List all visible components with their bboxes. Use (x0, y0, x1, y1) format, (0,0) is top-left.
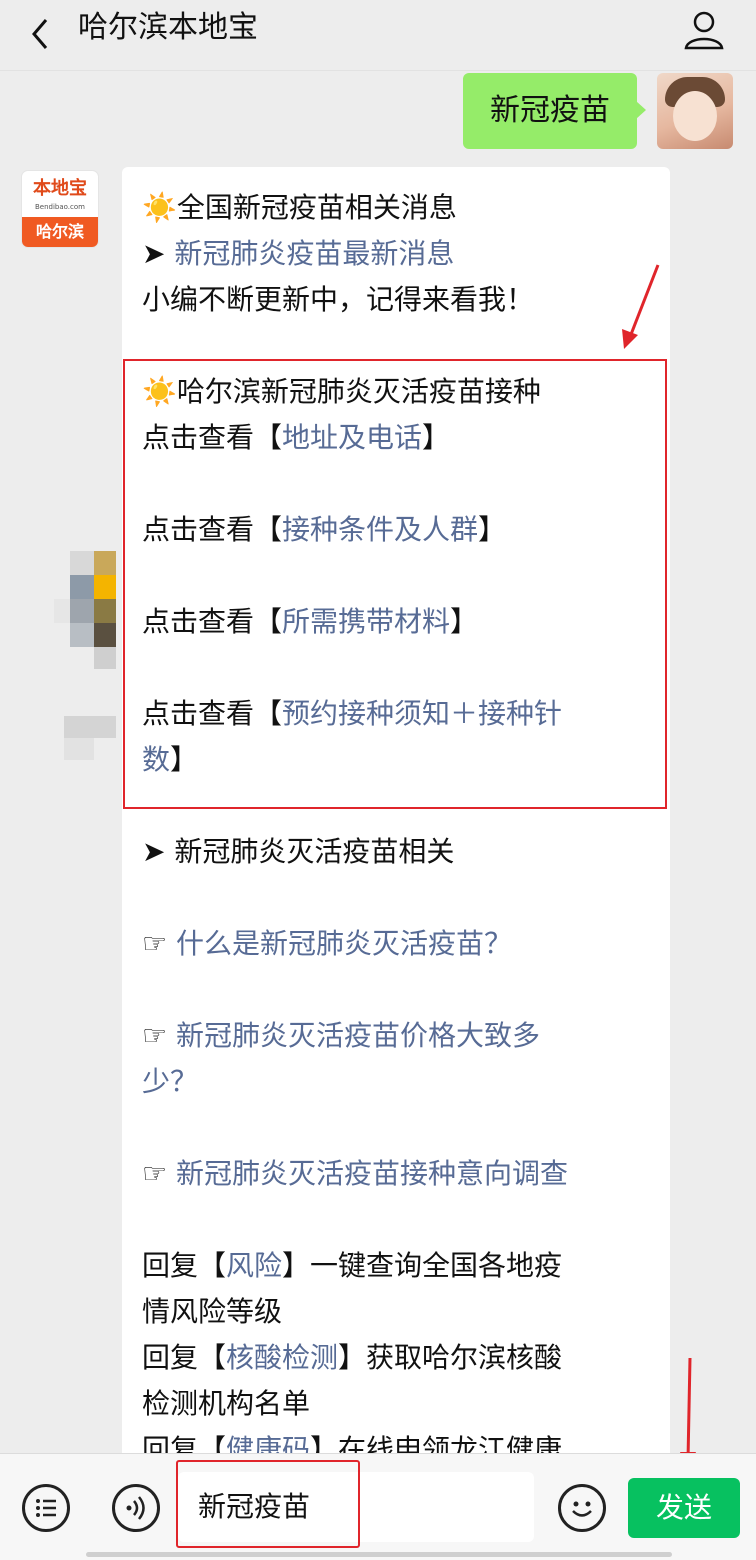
list-menu-icon[interactable] (22, 1484, 70, 1532)
box-item-address: 点击查看【地址及电话】 (142, 421, 451, 454)
chat-title: 哈尔滨本地宝 (78, 10, 258, 45)
box-item-appointment: 点击查看【预约接种须知＋接种针 (142, 697, 563, 730)
appointment-link-cont[interactable]: 数 (142, 743, 170, 776)
related-title: ➤ 新冠肺炎灭活疫苗相关 (142, 835, 455, 868)
blurred-image-area (54, 551, 118, 761)
chevron-left-icon[interactable] (22, 10, 62, 56)
box-heading: ☀️哈尔滨新冠肺炎灭活疫苗接种 (142, 375, 541, 408)
emoji-icon[interactable] (558, 1484, 606, 1532)
related-item-2-cont: 少？ (142, 1059, 632, 1105)
voice-icon[interactable] (112, 1484, 160, 1532)
user-avatar[interactable] (657, 73, 733, 149)
box-item-materials: 点击查看【所需携带材料】 (142, 605, 479, 638)
sun-icon: ☀️ (142, 191, 177, 224)
appointment-link[interactable]: 预约接种须知＋接种针 (282, 697, 562, 730)
person-icon[interactable] (682, 8, 726, 52)
vaccine-price-link[interactable]: 新冠肺炎灭活疫苗价格大致多 (176, 1019, 540, 1052)
bot-line-2: ➤ 新冠肺炎疫苗最新消息 (142, 231, 632, 277)
materials-link[interactable]: 所需携带材料 (282, 605, 450, 638)
related-item-3: ☞ 新冠肺炎灭活疫苗接种意向调查 (142, 1151, 632, 1197)
reply-risk-cont: 情风险等级 (142, 1295, 283, 1328)
annotation-arrow (622, 264, 660, 349)
box-item-appointment-cont: 数】 (142, 743, 199, 776)
reply-healthcode: 回复【健康码】在线申领龙江健康 (142, 1427, 632, 1453)
bot-line-1: ☀️全国新冠疫苗相关消息 (142, 191, 457, 224)
latest-news-link[interactable]: 新冠肺炎疫苗最新消息 (174, 237, 454, 270)
reply-nucleic: 回复【核酸检测】获取哈尔滨核酸 (142, 1341, 563, 1374)
scrollbar[interactable] (86, 1552, 672, 1557)
chat-area[interactable]: 新冠疫苗 本地宝 Bendibao.com 哈尔滨 ☀️全国新冠疫苗相关消息 ➤… (0, 71, 756, 1453)
vaccine-price-link-cont[interactable]: 少？ (142, 1065, 198, 1098)
annotation-input-box (176, 1460, 360, 1548)
risk-link[interactable]: 风险 (226, 1249, 282, 1282)
related-item-1: ☞ 什么是新冠肺炎灭活疫苗？ (142, 921, 632, 967)
top-bar: 哈尔滨本地宝 (0, 0, 756, 71)
reply-nucleic-cont: 检测机构名单 (142, 1387, 311, 1420)
pointing-hand-icon: ☞ (142, 1157, 177, 1190)
related-item-2: ☞ 新冠肺炎灭活疫苗价格大致多 (142, 1013, 632, 1059)
pointing-hand-icon: ☞ (142, 927, 177, 960)
arrow-icon: ➤ (142, 237, 175, 270)
survey-link[interactable]: 新冠肺炎灭活疫苗接种意向调查 (176, 1157, 568, 1190)
conditions-link[interactable]: 接种条件及人群 (282, 513, 478, 546)
reply-risk: 回复【风险】一键查询全国各地疫 (142, 1249, 563, 1282)
input-bar: 新冠疫苗 发送 (0, 1453, 756, 1560)
health-code-link[interactable]: 健康码 (226, 1433, 310, 1453)
what-is-vaccine-link[interactable]: 什么是新冠肺炎灭活疫苗？ (176, 927, 512, 960)
send-button[interactable]: 发送 (628, 1478, 740, 1538)
sun-icon: ☀️ (142, 375, 177, 408)
pointing-hand-icon: ☞ (142, 1019, 177, 1052)
bot-avatar[interactable]: 本地宝 Bendibao.com 哈尔滨 (22, 171, 98, 247)
nucleic-link[interactable]: 核酸检测 (226, 1341, 338, 1374)
logo-sub: Bendibao.com (34, 203, 85, 211)
avatar-face (673, 91, 717, 141)
address-phone-link[interactable]: 地址及电话 (282, 421, 422, 454)
logo-city: 哈尔滨 (22, 217, 98, 247)
box-item-conditions: 点击查看【接种条件及人群】 (142, 513, 507, 546)
sent-message-bubble[interactable]: 新冠疫苗 (463, 73, 646, 149)
logo-text: 本地宝 (33, 178, 87, 199)
bot-line-3: 小编不断更新中，记得来看我！ (142, 283, 535, 316)
